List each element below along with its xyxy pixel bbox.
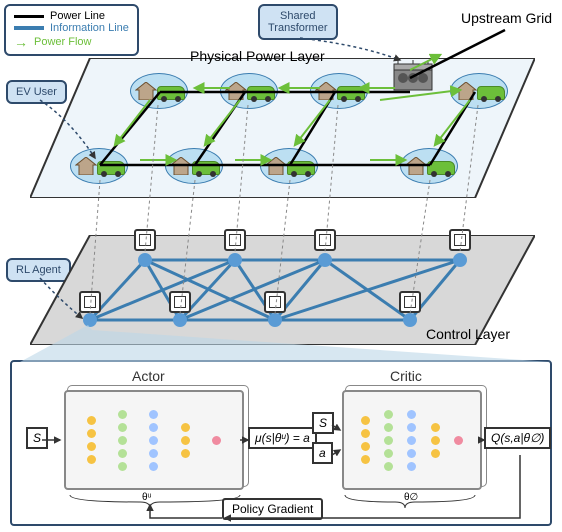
actor-input-s: S xyxy=(26,427,48,449)
critic-nn xyxy=(342,390,482,490)
chip-icon xyxy=(449,229,471,251)
rl-agent-node xyxy=(318,253,332,267)
chip-icon xyxy=(264,291,286,313)
rl-agent-node xyxy=(173,313,187,327)
critic-input-s: S xyxy=(312,412,334,434)
legend-row-info: Information Line xyxy=(14,22,129,34)
power-line-sample xyxy=(14,15,44,18)
rl-agent-node xyxy=(453,253,467,267)
actor-label: Actor xyxy=(132,368,165,384)
ev-icon xyxy=(192,161,220,175)
house-icon xyxy=(225,82,247,100)
chip-icon xyxy=(134,229,156,251)
physical-layer xyxy=(30,58,535,198)
actor-output: μ(s|θᵘ) = a xyxy=(248,427,317,449)
legend-label-info: Information Line xyxy=(50,22,129,34)
actor-critic-panel: Actor Critic S μ(s|θᵘ) = a S a Q(s,a|θ∅)… xyxy=(10,360,552,526)
ev-user-node xyxy=(450,73,508,109)
nn-graph-icon xyxy=(76,402,232,478)
rl-agent-node xyxy=(83,313,97,327)
upstream-grid-label: Upstream Grid xyxy=(461,10,552,26)
legend-label-power: Power Line xyxy=(50,10,105,22)
chip-icon xyxy=(314,229,336,251)
rl-agent-node xyxy=(268,313,282,327)
critic-label: Critic xyxy=(390,368,422,384)
theta-q-label: θ∅ xyxy=(404,492,418,503)
info-line-sample xyxy=(14,26,44,30)
house-icon xyxy=(135,82,157,100)
ev-user-node xyxy=(70,148,128,184)
ev-icon xyxy=(427,161,455,175)
flow-arrow-sample: → xyxy=(14,34,28,50)
rl-agent-node xyxy=(403,313,417,327)
legend-label-flow: Power Flow xyxy=(34,36,91,48)
house-icon xyxy=(170,157,192,175)
nn-graph-icon xyxy=(354,402,470,478)
ev-icon xyxy=(287,161,315,175)
ev-icon xyxy=(157,86,185,100)
policy-gradient-box: Policy Gradient xyxy=(222,498,323,520)
control-layer-label: Control Layer xyxy=(426,326,510,342)
house-icon xyxy=(455,82,477,100)
critic-input-a: a xyxy=(312,442,333,464)
house-icon xyxy=(265,157,287,175)
ev-icon xyxy=(337,86,365,100)
callout-transformer: Shared Transformer xyxy=(258,4,338,40)
physical-layer-label: Physical Power Layer xyxy=(190,48,325,64)
legend-row-flow: → Power Flow xyxy=(14,34,129,50)
ev-user-node xyxy=(130,73,188,109)
legend-row-power: Power Line xyxy=(14,10,129,22)
critic-output: Q(s,a|θ∅) xyxy=(484,427,551,449)
chip-icon xyxy=(79,291,101,313)
legend: Power Line Information Line → Power Flow xyxy=(4,4,139,56)
house-icon xyxy=(405,157,427,175)
theta-mu-label: θᵘ xyxy=(142,492,151,503)
ev-user-node xyxy=(165,148,223,184)
rl-agent-node xyxy=(228,253,242,267)
rl-agent-node xyxy=(138,253,152,267)
ev-icon xyxy=(97,161,125,175)
house-icon xyxy=(75,157,97,175)
ev-user-node xyxy=(260,148,318,184)
ev-user-node xyxy=(400,148,458,184)
callout-transformer-text: Shared Transformer xyxy=(268,10,328,34)
chip-icon xyxy=(169,291,191,313)
house-icon xyxy=(315,82,337,100)
ev-user-node xyxy=(310,73,368,109)
ev-icon xyxy=(247,86,275,100)
ev-icon xyxy=(477,86,505,100)
transformer-icon xyxy=(388,58,438,98)
actor-nn xyxy=(64,390,244,490)
chip-icon xyxy=(224,229,246,251)
chip-icon xyxy=(399,291,421,313)
ev-user-node xyxy=(220,73,278,109)
